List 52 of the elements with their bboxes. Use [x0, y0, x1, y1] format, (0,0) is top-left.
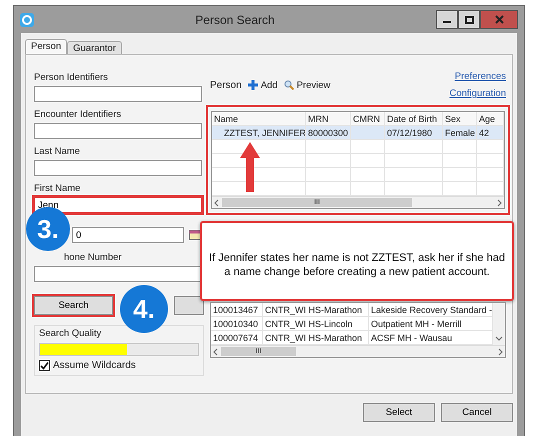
checkbox-label: Assume Wildcards [53, 360, 136, 371]
table-cell: CNTR_WI HS-Lincoln [263, 317, 369, 330]
column-header[interactable]: Date of Birth [385, 112, 443, 125]
table-cell: 100013467 [211, 303, 263, 316]
column-header[interactable]: Sex [443, 112, 477, 125]
input-field[interactable] [34, 266, 202, 282]
table-cell: CNTR_WI HS-Marathon [263, 331, 369, 344]
app-icon [20, 12, 34, 26]
column-header[interactable]: MRN [306, 112, 351, 125]
input-field[interactable]: Jenn [34, 197, 202, 213]
blank-button[interactable] [174, 296, 204, 315]
input-field[interactable] [34, 160, 202, 176]
window-title: Person Search [194, 12, 276, 26]
plus-icon [248, 80, 258, 90]
column-header[interactable]: Name [212, 112, 306, 125]
column-header[interactable]: Age [477, 112, 504, 125]
cancel-button[interactable]: Cancel [441, 403, 513, 422]
field-label: Encounter Identifiers [34, 109, 122, 120]
field-label: hone Number [63, 252, 123, 263]
input-field[interactable] [34, 86, 202, 102]
maximize-button[interactable] [458, 10, 480, 29]
table-cell: 100010340 [211, 317, 263, 330]
vertical-scrollbar[interactable] [493, 303, 505, 345]
add-button[interactable]: Add [248, 80, 278, 90]
table-cell: CNTR_WI HS-Marathon [263, 303, 369, 316]
tab[interactable]: Person [25, 39, 68, 54]
toolbar-label: Person [210, 80, 242, 90]
callout-text: If Jennifer states her name is not ZZTEST, ask her if she had a name change before creating a new patient account. [200, 221, 514, 301]
group-label: Search Quality [39, 328, 102, 339]
date-field[interactable]: 0 [72, 227, 184, 243]
search-button[interactable]: Search [34, 296, 113, 315]
maximize-icon [464, 16, 474, 24]
tab[interactable]: Guarantor [67, 41, 122, 54]
up-arrow-icon [240, 142, 260, 192]
field-label: Person Identifiers [34, 72, 109, 83]
magnifier-icon [284, 80, 294, 90]
checkbox[interactable] [39, 360, 50, 371]
step-badge: 3. [26, 207, 70, 251]
field-label: First Name [34, 183, 82, 194]
minimize-button[interactable] [436, 10, 458, 29]
table-cell: 100007674 [211, 331, 263, 344]
step-badge: 4. [120, 285, 168, 333]
close-icon [494, 15, 504, 24]
input-field[interactable] [34, 123, 202, 139]
link[interactable]: Preferences [454, 71, 506, 82]
close-button[interactable] [480, 10, 518, 29]
select-button[interactable]: Select [363, 403, 435, 422]
preview-button[interactable]: Preview [284, 80, 330, 90]
link[interactable]: Configuration [449, 88, 506, 99]
calendar-icon[interactable] [189, 230, 201, 240]
column-header[interactable]: CMRN [351, 112, 385, 125]
field-label: Last Name [34, 146, 81, 157]
